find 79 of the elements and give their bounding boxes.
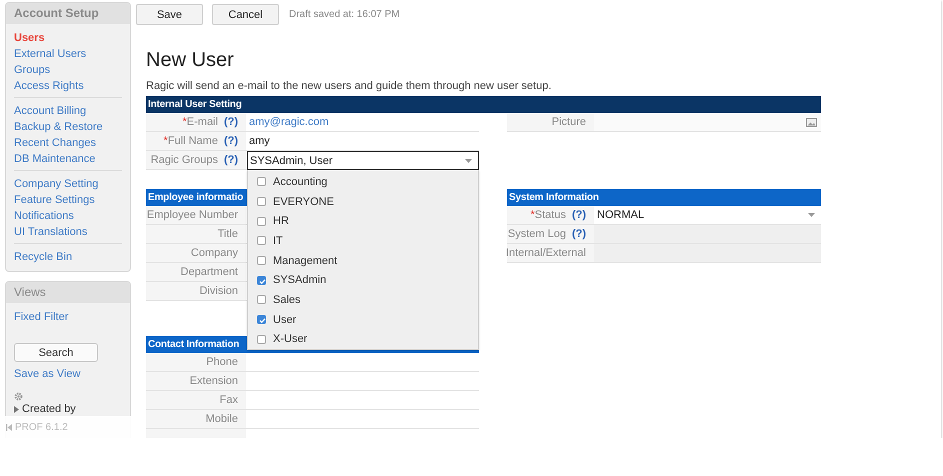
section-header: Internal User Setting (146, 96, 821, 113)
help-link[interactable]: (?) (224, 135, 238, 147)
group-option[interactable]: Sales (248, 290, 301, 310)
group-option[interactable]: IT (248, 231, 283, 251)
sidebar-item[interactable]: UI Translations (14, 224, 88, 240)
field-label: Company (190, 247, 238, 259)
sidebar-item[interactable]: Feature Settings (14, 192, 95, 208)
field-label: Division (199, 285, 238, 297)
sidebar-item[interactable]: External Users (14, 46, 86, 62)
checkbox[interactable] (257, 236, 266, 246)
group-option[interactable]: User (248, 310, 296, 330)
value-cell[interactable] (594, 113, 821, 132)
field-value: amy (249, 135, 270, 147)
panel-header: Account Setup (6, 3, 130, 24)
panel-header: Views (6, 282, 130, 303)
search-button[interactable]: Search (14, 343, 98, 362)
sidebar-item[interactable]: Backup & Restore (14, 119, 103, 135)
field-label: Phone (206, 356, 238, 368)
draft-status: Draft saved at: 16:07 PM (289, 9, 400, 20)
checkbox[interactable] (257, 177, 266, 186)
caret-icon (808, 213, 815, 217)
group-option[interactable]: Management (248, 250, 338, 270)
sidebar-item[interactable]: Recent Changes (14, 135, 96, 151)
collapse-icon[interactable] (6, 424, 12, 430)
required-mark: * (530, 209, 535, 221)
field-label: System Log (508, 228, 566, 240)
field-label: Title (218, 228, 238, 240)
field-label: Picture (552, 116, 586, 128)
sidebar-item[interactable]: Groups (14, 62, 50, 78)
field-label: Fax (220, 394, 238, 406)
expand-icon (14, 406, 19, 412)
cancel-button[interactable]: Cancel (212, 4, 279, 25)
field-label: Internal/External (506, 247, 586, 259)
page-title: New User (146, 48, 234, 72)
field-value: NORMAL (597, 209, 644, 221)
checkbox[interactable] (257, 276, 266, 285)
view-link[interactable]: Fixed Filter (14, 309, 68, 325)
field-label: Extension (190, 375, 238, 387)
checkbox[interactable] (257, 197, 266, 206)
checkbox[interactable] (257, 256, 266, 266)
required-mark: * (164, 135, 168, 147)
image-icon[interactable] (806, 118, 817, 126)
email-link[interactable]: amy@ragic.com (249, 116, 329, 128)
sidebar-item[interactable]: Notifications (14, 208, 74, 224)
field-label: Full Name (168, 135, 218, 147)
sidebar-item[interactable]: Users (14, 30, 45, 46)
sidebar-item[interactable]: Access Rights (14, 78, 84, 94)
version-label: PROF 6.1.2 (15, 422, 68, 432)
tree-label: Created by (22, 403, 76, 415)
sidebar-item[interactable]: Account Billing (14, 103, 86, 119)
sidebar-item[interactable]: Recycle Bin (14, 249, 72, 265)
groups-select[interactable]: SYSAdmin, User (247, 151, 479, 170)
checkbox[interactable] (257, 334, 266, 344)
group-option[interactable]: SYSAdmin (248, 270, 326, 290)
caret-icon (465, 158, 472, 162)
field-label: Ragic Groups (150, 154, 218, 166)
field-label: Mobile (206, 413, 238, 425)
field-label: Employee Number (146, 209, 238, 221)
help-link[interactable]: (?) (572, 228, 586, 240)
help-link[interactable]: (?) (224, 116, 238, 128)
checkbox[interactable] (257, 216, 266, 226)
save-button[interactable]: Save (136, 4, 203, 25)
field-label: Department (180, 266, 238, 278)
field-label: Status (534, 209, 566, 221)
settings-icon[interactable] (14, 392, 23, 401)
section-header: System Information (507, 189, 821, 206)
help-link[interactable]: (?) (224, 154, 238, 166)
group-option[interactable]: HR (248, 211, 289, 232)
tree-item[interactable]: Created by (14, 402, 76, 416)
help-link[interactable]: (?) (572, 209, 586, 221)
view-link[interactable]: Save as View (14, 366, 80, 382)
field-label: E-mail (186, 116, 218, 128)
required-mark: * (182, 116, 187, 128)
checkbox[interactable] (257, 315, 266, 324)
sidebar-item[interactable]: Company Setting (14, 176, 98, 192)
sidebar-item[interactable]: DB Maintenance (14, 151, 96, 167)
checkbox[interactable] (257, 295, 266, 304)
group-option[interactable]: Accounting (248, 172, 328, 192)
description: Ragic will send an e-mail to the new users and guide them through new user setup. (146, 79, 552, 93)
